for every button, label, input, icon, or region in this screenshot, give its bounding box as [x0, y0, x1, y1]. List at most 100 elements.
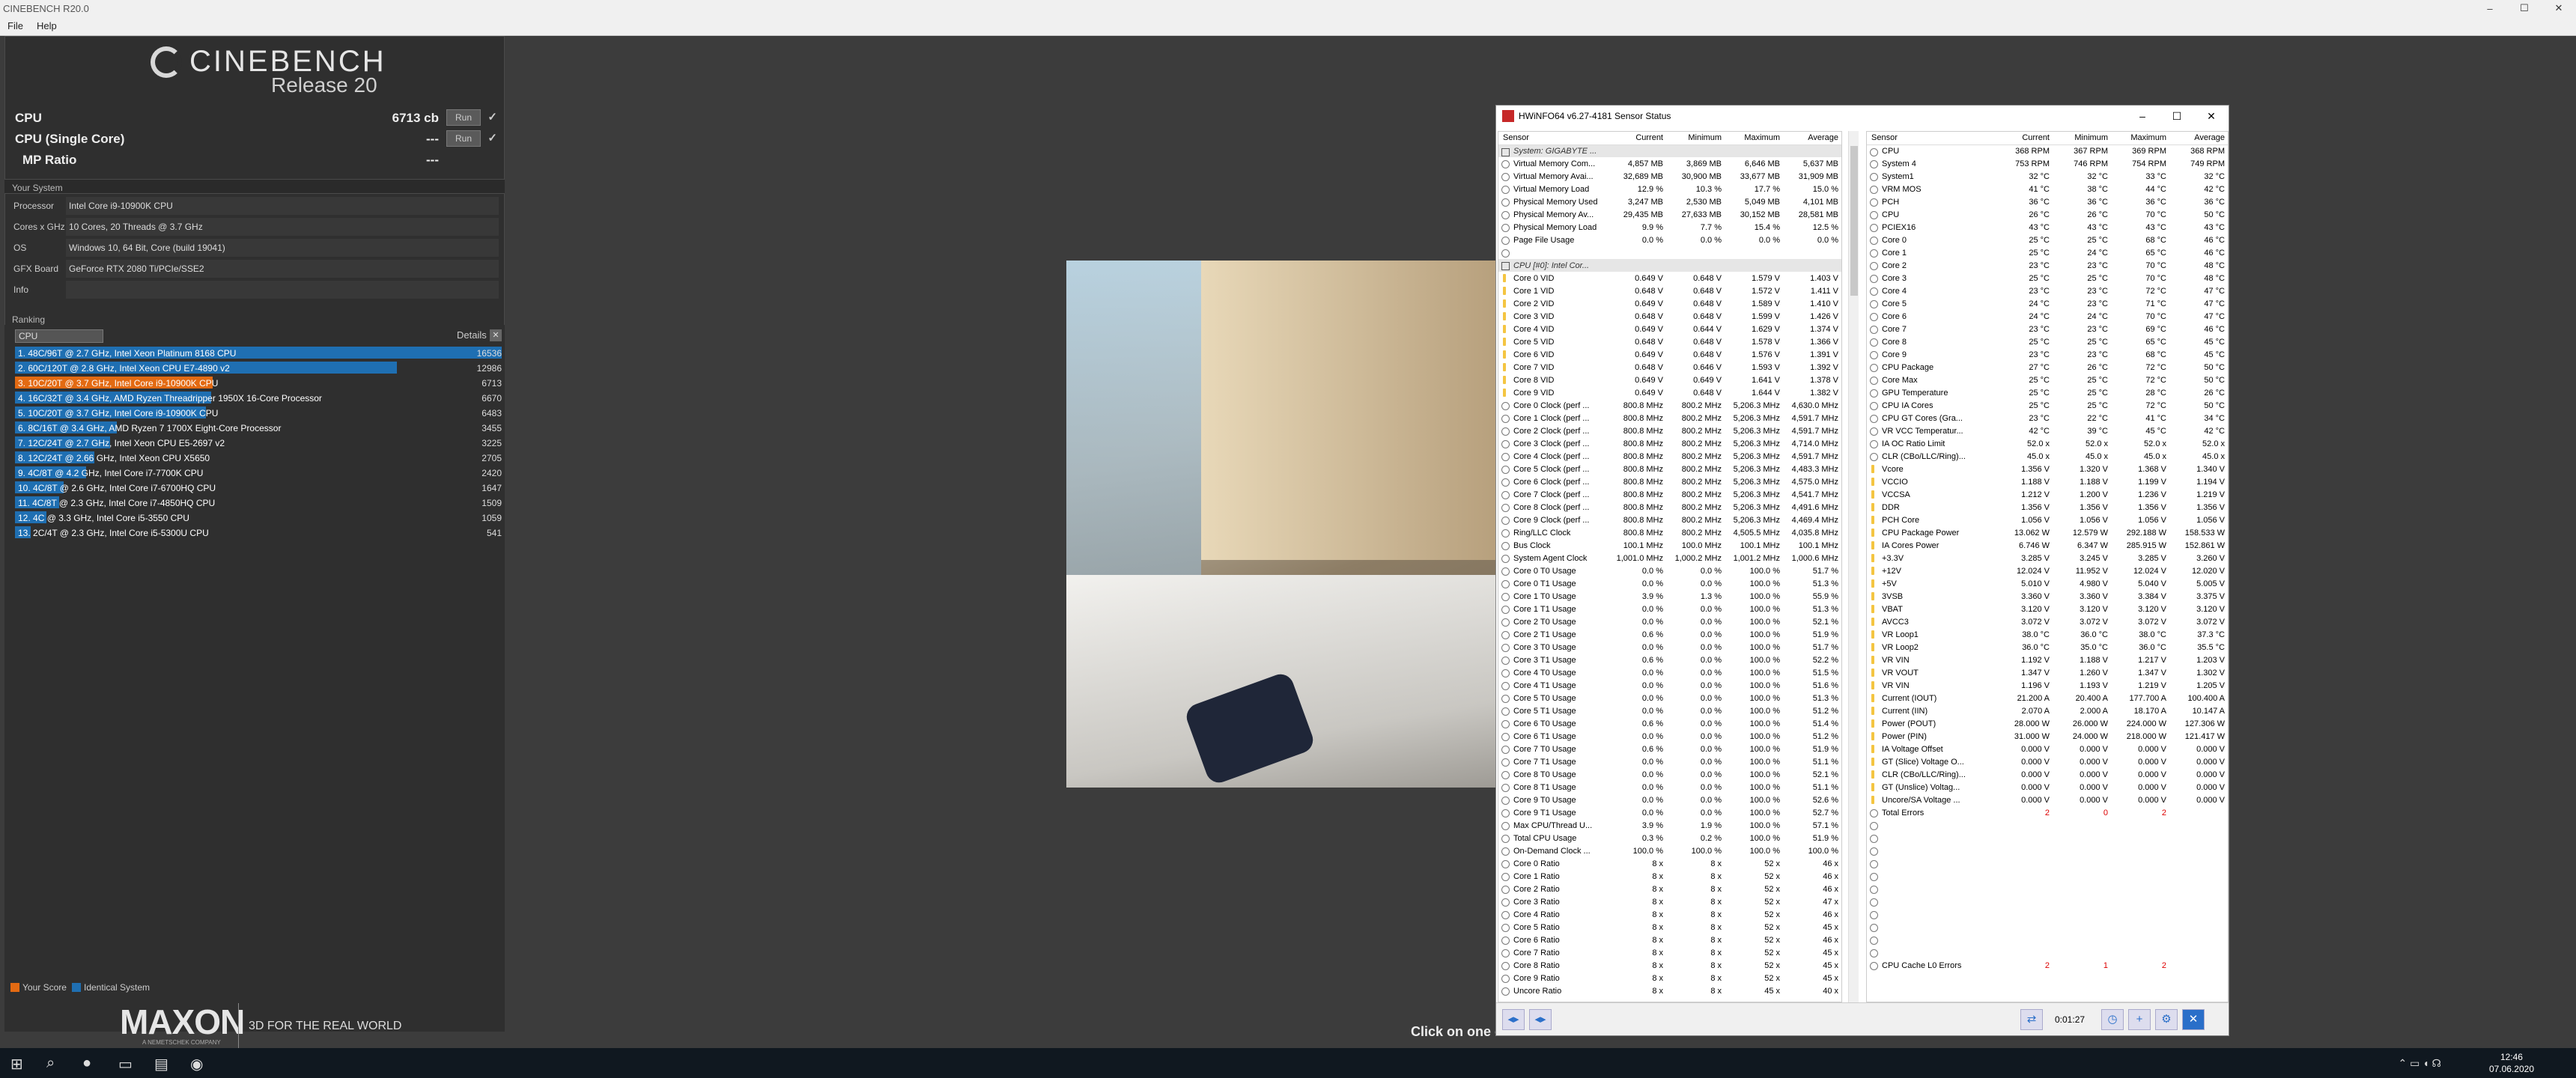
ranking-row[interactable]: 5. 10C/20T @ 3.7 GHz, Intel Core i9-1090…: [15, 406, 502, 419]
sensor-row[interactable]: Core 0 25 °C 25 °C 68 °C 46 °C: [1867, 234, 2228, 246]
sensor-row[interactable]: CPU IA Cores 25 °C 25 °C 72 °C 50 °C: [1867, 399, 2228, 412]
sensor-row[interactable]: Core 1 VID 0.648 V 0.648 V 1.572 V 1.411 V: [1498, 284, 1841, 297]
sensor-row[interactable]: Core 7 23 °C 23 °C 69 °C 46 °C: [1867, 323, 2228, 335]
column-header[interactable]: Average: [1784, 132, 1841, 145]
sensor-row[interactable]: Core 4 T1 Usage 0.0 % 0.0 % 100.0 % 51.6 %: [1498, 679, 1841, 692]
search-icon[interactable]: ⌕: [46, 1055, 55, 1072]
sensor-row[interactable]: CPU 368 RPM 367 RPM 369 RPM 368 RPM: [1867, 144, 2228, 157]
ranking-row[interactable]: 4. 16C/32T @ 3.4 GHz, AMD Ryzen Threadri…: [15, 391, 502, 404]
ranking-row[interactable]: 12. 4C @ 3.3 GHz, Intel Core i5-3550 CPU…: [15, 511, 502, 524]
sensor-row[interactable]: Core 0 T1 Usage 0.0 % 0.0 % 100.0 % 51.3 %: [1498, 577, 1841, 590]
run-single-button[interactable]: Run: [446, 130, 481, 147]
sensor-row[interactable]: Core 4 Clock (perf ... 800.8 MHz 800.2 MHz…: [1498, 450, 1841, 463]
add-report-icon[interactable]: +: [2128, 1009, 2151, 1030]
sensor-row[interactable]: CPU 26 °C 26 °C 70 °C 50 °C: [1867, 208, 2228, 221]
sensor-row[interactable]: Core 5 Clock (perf ... 800.8 MHz 800.2 MHz…: [1498, 463, 1841, 475]
column-header[interactable]: Average: [2171, 132, 2228, 145]
ranking-row[interactable]: 3. 10C/20T @ 3.7 GHz, Intel Core i9-1090…: [15, 376, 502, 389]
sensor-row[interactable]: CLR (CBo/LLC/Ring)... 45.0 x 45.0 x 45.0 x 4…: [1867, 450, 2228, 463]
sensor-grid-right[interactable]: Sensor Current Minimum Maximum Average CPU 368…: [1866, 131, 2229, 1002]
sensor-row[interactable]: Virtual Memory Com... 4,857 MB 3,869 MB 6,6…: [1498, 157, 1841, 170]
sensor-row[interactable]: VBAT 3.120 V 3.120 V 3.120 V 3.120 V: [1867, 603, 2228, 615]
ranking-row[interactable]: 8. 12C/24T @ 2.66 GHz, Intel Xeon CPU X5…: [15, 451, 502, 464]
ranking-row[interactable]: 10. 4C/8T @ 2.6 GHz, Intel Core i7-6700H…: [15, 481, 502, 494]
sensor-row[interactable]: CPU GT Cores (Gra... 23 °C 22 °C 41 °C 34 °C: [1867, 412, 2228, 424]
minimize-button[interactable]: –: [2473, 0, 2507, 16]
sensor-row[interactable]: Core 1 25 °C 24 °C 65 °C 46 °C: [1867, 246, 2228, 259]
hwinfo-task-icon[interactable]: ▤: [154, 1055, 168, 1074]
sensor-row[interactable]: Core 1 T1 Usage 0.0 % 0.0 % 100.0 % 51.3 %: [1498, 603, 1841, 615]
sensor-row[interactable]: Core 3 T0 Usage 0.0 % 0.0 % 100.0 % 51.7 %: [1498, 641, 1841, 654]
sensor-row[interactable]: Core 6 Ratio 8 x 8 x 52 x 46 x: [1498, 934, 1841, 946]
settings-gear-icon[interactable]: ⚙: [2155, 1009, 2178, 1030]
sensor-row[interactable]: Core 3 25 °C 25 °C 70 °C 48 °C: [1867, 272, 2228, 284]
sensor-row[interactable]: Bus Clock 100.1 MHz 100.0 MHz 100.1 MHz 100.…: [1498, 539, 1841, 552]
ranking-row[interactable]: 13. 2C/4T @ 2.3 GHz, Intel Core i5-5300U…: [15, 526, 502, 539]
sensor-row[interactable]: CPU Package 27 °C 26 °C 72 °C 50 °C: [1867, 361, 2228, 374]
sensor-row[interactable]: Core 2 T1 Usage 0.6 % 0.0 % 100.0 % 51.9 %: [1498, 628, 1841, 641]
sensor-row[interactable]: Core 5 24 °C 23 °C 71 °C 47 °C: [1867, 297, 2228, 310]
sensor-row[interactable]: Power (POUT) 28.000 W 26.000 W 224.000 W 127…: [1867, 717, 2228, 730]
sensor-row[interactable]: VR Loop1 38.0 °C 36.0 °C 38.0 °C 37.3 °C: [1867, 628, 2228, 641]
column-header[interactable]: Minimum: [1668, 132, 1726, 145]
column-header[interactable]: Current: [1609, 132, 1668, 145]
sensor-row[interactable]: Core 7 T0 Usage 0.6 % 0.0 % 100.0 % 51.9 %: [1498, 743, 1841, 755]
sensor-row[interactable]: Core 6 T0 Usage 0.6 % 0.0 % 100.0 % 51.4 %: [1498, 717, 1841, 730]
sensor-row[interactable]: [1498, 246, 1841, 259]
close-button[interactable]: ✕: [2542, 0, 2576, 16]
sensor-row[interactable]: Max CPU/Thread U... 3.9 % 1.9 % 100.0 % 57.1…: [1498, 819, 1841, 832]
sensor-row[interactable]: Power (PIN) 31.000 W 24.000 W 218.000 W 121.…: [1867, 730, 2228, 743]
menu-file[interactable]: File: [0, 16, 29, 31]
sensor-row[interactable]: Core 3 T1 Usage 0.6 % 0.0 % 100.0 % 52.2 %: [1498, 654, 1841, 666]
sensor-row[interactable]: Core 6 Clock (perf ... 800.8 MHz 800.2 MHz…: [1498, 475, 1841, 488]
tray-icons[interactable]: ⌃ ▭ ◖ ☊: [2398, 1057, 2441, 1070]
sensor-row[interactable]: Core 5 T1 Usage 0.0 % 0.0 % 100.0 % 51.2 %: [1498, 704, 1841, 717]
sensor-row[interactable]: Total Errors 2 0 2: [1867, 806, 2228, 819]
sensor-row[interactable]: Core 3 VID 0.648 V 0.648 V 1.599 V 1.426 V: [1498, 310, 1841, 323]
details-toggle[interactable]: Details: [457, 329, 487, 341]
sensor-row[interactable]: Core 4 VID 0.649 V 0.644 V 1.629 V 1.374 V: [1498, 323, 1841, 335]
sensor-row[interactable]: Ring/LLC Clock 800.8 MHz 800.2 MHz 4,505.5 …: [1498, 526, 1841, 539]
sensor-row[interactable]: Core 9 VID 0.649 V 0.648 V 1.644 V 1.382 V: [1498, 386, 1841, 399]
ranking-row[interactable]: 6. 8C/16T @ 3.4 GHz, AMD Ryzen 7 1700X E…: [15, 421, 502, 434]
column-header[interactable]: Sensor: [1867, 132, 1996, 145]
network-icon[interactable]: ⇄: [2020, 1009, 2043, 1030]
sensor-row[interactable]: System Agent Clock 1,001.0 MHz 1,000.2 MHz…: [1498, 552, 1841, 564]
sensor-row[interactable]: IA OC Ratio Limit 52.0 x 52.0 x 52.0 x 52.0 …: [1867, 437, 2228, 450]
sensor-row[interactable]: Core 2 Ratio 8 x 8 x 52 x 46 x: [1498, 883, 1841, 895]
sensor-row[interactable]: VRM MOS 41 °C 38 °C 44 °C 42 °C: [1867, 183, 2228, 195]
sensor-row[interactable]: Virtual Memory Load 12.9 % 10.3 % 17.7 % 15.…: [1498, 183, 1841, 195]
sensor-row[interactable]: Total CPU Usage 0.3 % 0.2 % 100.0 % 51.9 %: [1498, 832, 1841, 844]
sensor-row[interactable]: Core 3 Ratio 8 x 8 x 52 x 47 x: [1498, 895, 1841, 908]
sensor-row[interactable]: CPU Cache L0 Errors 2 1 2: [1867, 959, 2228, 972]
column-header[interactable]: Maximum: [2112, 132, 2171, 145]
sensor-row[interactable]: Core 5 VID 0.648 V 0.648 V 1.578 V 1.366 V: [1498, 335, 1841, 348]
sensor-row[interactable]: Core Max 25 °C 25 °C 72 °C 50 °C: [1867, 374, 2228, 386]
sensor-row[interactable]: VR VIN 1.192 V 1.188 V 1.217 V 1.203 V: [1867, 654, 2228, 666]
nav-right-icon[interactable]: ◂▸: [1529, 1009, 1552, 1030]
column-header[interactable]: Current: [1996, 132, 2054, 145]
sensor-row[interactable]: Core 0 VID 0.649 V 0.648 V 1.579 V 1.403 V: [1498, 272, 1841, 284]
sensor-row[interactable]: System1 32 °C 32 °C 33 °C 32 °C: [1867, 170, 2228, 183]
taskbar-clock[interactable]: 12:46 07.06.2020: [2489, 1051, 2534, 1075]
sensor-row[interactable]: Core 3 Clock (perf ... 800.8 MHz 800.2 MHz…: [1498, 437, 1841, 450]
sensor-row[interactable]: Core 8 Clock (perf ... 800.8 MHz 800.2 MHz…: [1498, 501, 1841, 514]
sensor-row[interactable]: Core 7 Ratio 8 x 8 x 52 x 45 x: [1498, 946, 1841, 959]
nav-left-icon[interactable]: ◂▸: [1502, 1009, 1525, 1030]
sensor-row[interactable]: 3VSB 3.360 V 3.360 V 3.384 V 3.375 V: [1867, 590, 2228, 603]
close-hwinfo-icon[interactable]: ✕: [2182, 1009, 2205, 1030]
sensor-row[interactable]: Core 1 Ratio 8 x 8 x 52 x 46 x: [1498, 870, 1841, 883]
start-icon[interactable]: ⊞: [10, 1055, 23, 1074]
explorer-icon[interactable]: ▭: [118, 1055, 133, 1074]
sensor-row[interactable]: Physical Memory Load 9.9 % 7.7 % 15.4 % 12.5…: [1498, 221, 1841, 234]
sensor-row[interactable]: +3.3V 3.285 V 3.245 V 3.285 V 3.260 V: [1867, 552, 2228, 564]
sensor-row[interactable]: VR VOUT 1.347 V 1.260 V 1.347 V 1.302 V: [1867, 666, 2228, 679]
sensor-row[interactable]: Current (IIN) 2.070 A 2.000 A 18.170 A 10.14…: [1867, 704, 2228, 717]
sensor-row[interactable]: Core 4 23 °C 23 °C 72 °C 47 °C: [1867, 284, 2228, 297]
sensor-row[interactable]: DDR 1.356 V 1.356 V 1.356 V 1.356 V: [1867, 501, 2228, 514]
ranking-row[interactable]: 9. 4C/8T @ 4.2 GHz, Intel Core i7-7700K …: [15, 466, 502, 479]
sensor-row[interactable]: Core 1 Clock (perf ... 800.8 MHz 800.2 MHz…: [1498, 412, 1841, 424]
hwinfo-close-button[interactable]: ✕: [2194, 106, 2229, 127]
sensor-row[interactable]: +12V 12.024 V 11.952 V 12.024 V 12.020 V: [1867, 564, 2228, 577]
firefox-icon[interactable]: ●: [82, 1055, 91, 1072]
